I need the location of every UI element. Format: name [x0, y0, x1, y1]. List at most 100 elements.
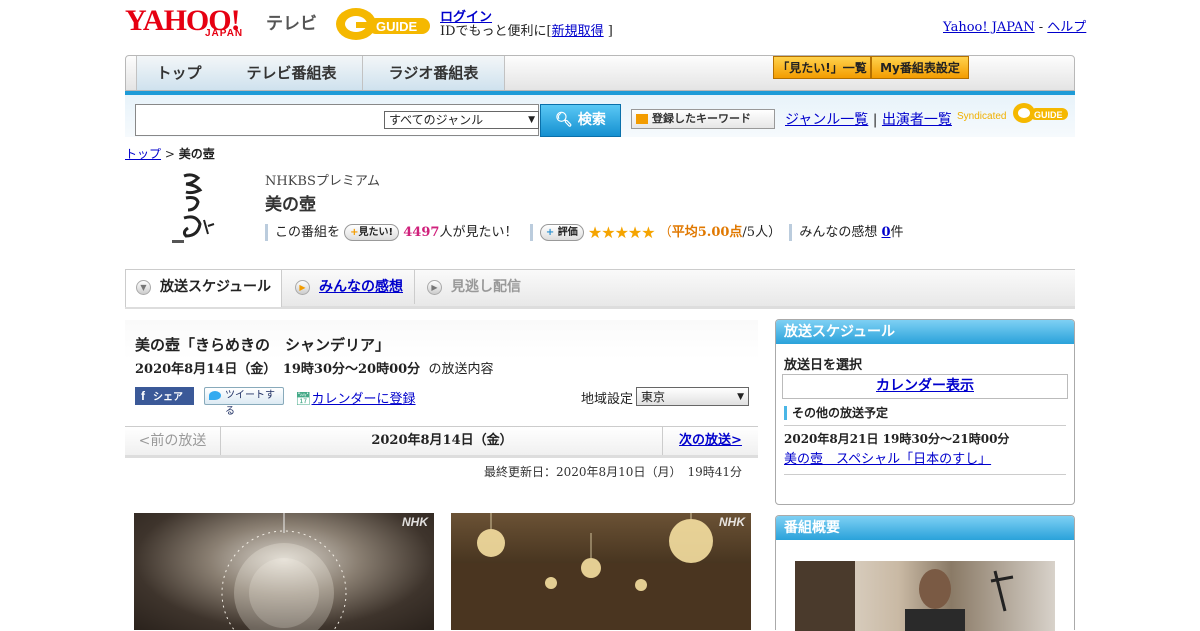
episode-title: 美の壺「きらめきの シャンデリア」 — [135, 336, 391, 354]
average-score: 平均5.00点 — [671, 225, 743, 240]
performer-list-link[interactable]: 出演者一覧 — [882, 112, 952, 128]
main-nav: トップ テレビ番組表 ラジオ番組表 「見たい!」一覧 My番組表設定 — [125, 55, 1075, 91]
select-date-label: 放送日を選択 — [784, 358, 863, 373]
impressions-count-link[interactable]: 0 — [882, 225, 891, 240]
prev-broadcast: <前の放送 — [125, 427, 221, 455]
stat-separator — [789, 224, 793, 241]
svg-text:GUIDE: GUIDE — [376, 19, 418, 34]
registered-keywords-button[interactable]: 登録したキーワード — [631, 109, 775, 129]
program-title: 美の壺 — [265, 195, 316, 215]
broadcast-pager: <前の放送 2020年8月14日（金） 次の放送> — [125, 426, 758, 458]
stat-separator — [265, 224, 268, 241]
nhk-watermark: NHK — [719, 515, 745, 529]
my-schedule-settings-button[interactable]: My番組表設定 — [871, 56, 969, 79]
genre-select-value: すべてのジャンル — [389, 113, 484, 127]
plus-icon: + — [545, 227, 555, 238]
yahoo-japan-logo-text: JAPAN — [205, 28, 244, 39]
facebook-share-button[interactable]: f シェア — [135, 387, 194, 405]
facebook-share-label: シェア — [153, 392, 183, 403]
sidebar-schedule-box: 放送スケジュール 放送日を選択 カレンダー表示 その他の放送予定 2020年8月… — [775, 319, 1075, 505]
sidebar-overview-title: 番組概要 — [776, 516, 1074, 540]
nav-tab-radio-schedule[interactable]: ラジオ番組表 — [363, 56, 505, 90]
other-broadcasts-label: その他の放送予定 — [784, 406, 888, 420]
search-links: ジャンル一覧 | 出演者一覧 — [785, 109, 952, 129]
genre-select[interactable]: すべてのジャンル ▼ — [384, 111, 539, 129]
tab-impressions[interactable]: ▶ みんなの感想 — [285, 270, 415, 304]
search-button[interactable]: 🔍︎ 検索 — [540, 104, 621, 137]
login-sub-prefix: IDでもっと便利に[ — [440, 24, 552, 39]
login-subtext: IDでもっと便利に[新規取得 ] — [440, 20, 613, 39]
breadcrumb: トップ > 美の壺 — [125, 145, 215, 162]
episode-photo-chandelier-2: NHK — [451, 513, 751, 630]
divider — [784, 425, 1066, 426]
nav-tab-tv-schedule[interactable]: テレビ番組表 — [221, 56, 363, 90]
search-icon: 🔍︎ — [555, 112, 573, 128]
header-dash: - — [1034, 20, 1048, 35]
mitai-button-label: 見たい! — [358, 227, 394, 238]
other-broadcast-date: 2020年8月21日 19時30分～21時00分 — [784, 432, 1010, 446]
mitai-button[interactable]: +見たい! — [344, 224, 400, 241]
facebook-icon: f — [141, 389, 145, 403]
avg-prefix: （ — [658, 225, 672, 240]
next-broadcast-link[interactable]: 次の放送> — [662, 427, 758, 455]
avg-suffix: /5人） — [742, 225, 782, 240]
signup-link[interactable]: 新規取得 — [552, 24, 604, 39]
calendar-register-link[interactable]: カレンダーに登録 — [312, 392, 416, 407]
sidebar-overview-box: 番組概要 — [775, 515, 1075, 631]
search-button-label: 検索 — [577, 112, 606, 128]
impressions-suffix: 件 — [890, 225, 904, 240]
last-updated: 最終更新日：2020年8月10日（月） 19時41分 — [484, 465, 742, 479]
yahoo-japan-link[interactable]: Yahoo! JAPAN — [943, 20, 1035, 35]
svg-text:GUIDE: GUIDE — [1034, 110, 1063, 120]
region-select-value: 東京 — [641, 390, 666, 404]
episode-photo-chandelier-1: NHK — [134, 513, 434, 630]
plus-icon: + — [350, 227, 359, 238]
tab-missed-streaming-label: 見逃し配信 — [451, 279, 521, 295]
episode-date-suffix: の放送内容 — [428, 362, 494, 377]
calendar-register[interactable]: 📅︎カレンダーに登録 — [295, 388, 416, 407]
this-program-label: この番組を — [275, 225, 341, 240]
divider — [784, 474, 1066, 475]
syndicated-text: Syndicated — [957, 111, 1007, 122]
content-tabs: ▼ 放送スケジュール ▶ みんなの感想 ▶ 見逃し配信 — [125, 269, 1075, 309]
tv-logo-text: テレビ — [266, 14, 317, 34]
other-broadcast-link[interactable]: 美の壺 スペシャル「日本のすし」 — [784, 448, 991, 467]
tab-missed-streaming: ▶ 見逃し配信 — [417, 270, 547, 304]
program-stats: この番組を +見たい! 4497人が見たい！ + 評価 ★★★★★ （平均5.0… — [265, 221, 904, 242]
twitter-icon — [209, 391, 221, 400]
tweet-button[interactable]: ツイートする — [204, 387, 284, 417]
breadcrumb-top-link[interactable]: トップ — [125, 147, 161, 161]
registered-keywords-label: 登録したキーワード — [652, 112, 751, 125]
pager-current-date: 2020年8月14日（金） — [371, 433, 513, 448]
nav-tab-top[interactable]: トップ — [136, 56, 222, 90]
link-divider: | — [872, 112, 878, 128]
program-logo — [170, 168, 222, 248]
chevron-down-icon: ▼ — [136, 280, 151, 295]
tab-broadcast-schedule[interactable]: ▼ 放送スケジュール — [125, 269, 282, 307]
station-name: NHKBSプレミアム — [265, 174, 380, 189]
episode-datetime: 2020年8月14日（金） 19時30分～20時00分 の放送内容 — [135, 358, 493, 377]
arrow-down-icon — [636, 114, 648, 124]
region-select[interactable]: 東京 ▼ — [636, 387, 749, 406]
rating-stars-icon: ★★★★★ — [587, 223, 656, 242]
stat-separator — [529, 224, 533, 241]
calendar-display-link[interactable]: カレンダー表示 — [782, 374, 1068, 399]
gguide-logo[interactable]: GUIDE — [334, 6, 432, 42]
genre-list-link[interactable]: ジャンル一覧 — [785, 112, 868, 128]
chevron-right-icon: ▶ — [427, 280, 442, 295]
mitai-count: 4497 — [403, 225, 440, 240]
mitai-list-button[interactable]: 「見たい!」一覧 — [773, 56, 871, 79]
region-label: 地域設定 — [581, 392, 634, 407]
impressions-label: みんなの感想 — [799, 225, 878, 240]
help-link[interactable]: ヘルプ — [1047, 20, 1086, 35]
rate-button[interactable]: + 評価 — [539, 224, 584, 241]
calendar-add-icon: 📅︎ — [295, 392, 312, 407]
tab-broadcast-schedule-label: 放送スケジュール — [160, 279, 272, 295]
mitai-suffix: 人が見たい！ — [439, 225, 518, 240]
episode-date: 2020年8月14日（金） 19時30分～20時00分 — [135, 362, 421, 377]
header-right-links: Yahoo! JAPAN - ヘルプ — [943, 16, 1086, 35]
rate-button-label: 評価 — [557, 227, 578, 238]
syndicated-gguide-logo: GUIDE — [1012, 102, 1068, 124]
tab-impressions-label: みんなの感想 — [319, 279, 403, 295]
sidebar-schedule-title: 放送スケジュール — [776, 320, 1074, 344]
